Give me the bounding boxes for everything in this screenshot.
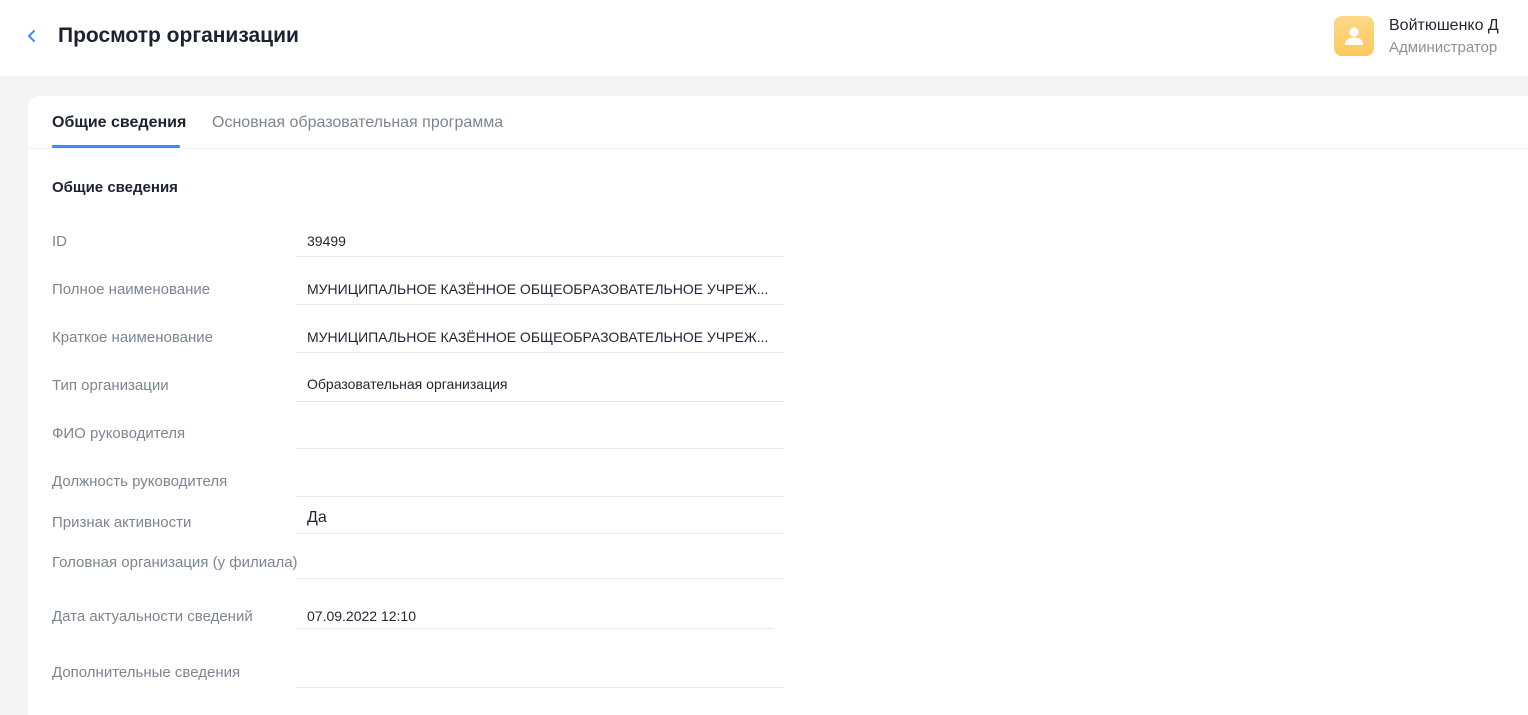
field-label-actuality-date: Дата актуальности сведений: [52, 608, 253, 625]
field-label-full-name: Полное наименование: [52, 281, 211, 298]
field-label-additional-info: Дополнительные сведения: [52, 664, 241, 681]
page-title: Просмотр организации: [58, 24, 299, 47]
field-value-id: 39499: [307, 233, 346, 249]
field-value-actuality-date: 07.09.2022 12:10: [307, 608, 416, 624]
field-label-active: Признак активности: [52, 514, 192, 531]
field-underline: [296, 496, 784, 497]
back-button[interactable]: [22, 26, 42, 46]
field-underline: [296, 533, 784, 534]
field-label-head-name: ФИО руководителя: [52, 425, 186, 442]
field-underline: [296, 352, 784, 353]
field-underline: [296, 687, 784, 688]
chevron-left-icon: [28, 30, 35, 42]
field-label-id: ID: [52, 233, 67, 250]
active-tab-indicator: [52, 145, 180, 148]
user-role: Администратор: [1389, 39, 1498, 56]
field-value-org-type: Образовательная организация: [307, 376, 508, 392]
tab-bar: Общие сведения Основная образовательная …: [28, 96, 1528, 149]
field-label-parent-org: Головная организация (у филиала): [52, 554, 298, 571]
field-underline: [296, 256, 784, 257]
field-underline: [296, 401, 784, 402]
field-label-short-name: Краткое наименование: [52, 329, 213, 346]
top-header: Просмотр организации Войтюшенко Д Админи…: [0, 0, 1528, 76]
user-icon: [1345, 27, 1363, 45]
section-title: Общие сведения: [52, 179, 178, 196]
tab-general-info[interactable]: Общие сведения: [52, 114, 186, 132]
field-underline: [296, 448, 784, 449]
field-label-org-type: Тип организации: [52, 377, 169, 394]
field-underline: [296, 304, 784, 305]
organization-card: Общие сведения Основная образовательная …: [28, 96, 1528, 715]
avatar[interactable]: [1334, 16, 1374, 56]
field-value-full-name: МУНИЦИПАЛЬНОЕ КАЗЁННОЕ ОБЩЕОБРАЗОВАТЕЛЬН…: [307, 281, 769, 297]
field-value-active: Да: [307, 509, 327, 526]
field-label-head-position: Должность руководителя: [52, 473, 228, 490]
tab-education-program[interactable]: Основная образовательная программа: [212, 114, 503, 132]
field-underline: [296, 628, 773, 629]
field-value-short-name: МУНИЦИПАЛЬНОЕ КАЗЁННОЕ ОБЩЕОБРАЗОВАТЕЛЬН…: [307, 329, 769, 345]
user-name[interactable]: Войтюшенко Д: [1389, 17, 1499, 35]
field-underline: [296, 578, 784, 579]
